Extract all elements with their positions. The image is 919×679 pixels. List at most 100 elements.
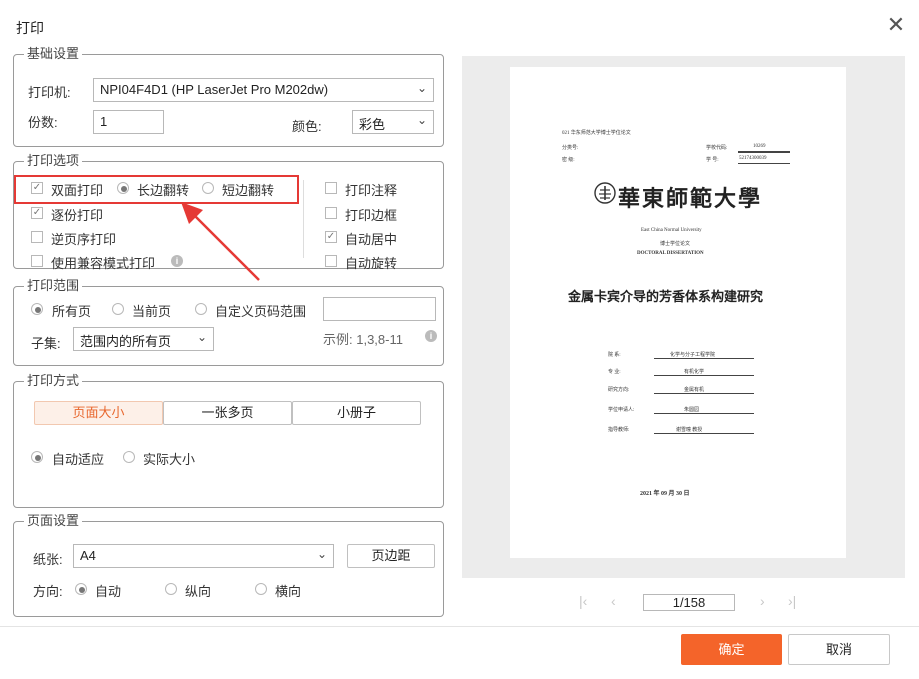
preview-thesis-title: 金属卡宾介导的芳香体系构建研究	[568, 289, 764, 304]
comments-checkbox[interactable]	[325, 182, 337, 194]
actual-size-label: 实际大小	[143, 452, 196, 467]
all-pages-label: 所有页	[52, 304, 92, 319]
fit-radio[interactable]	[31, 451, 43, 463]
custom-range-label: 自定义页码范围	[215, 304, 307, 319]
reverse-label: 逆页序打印	[51, 232, 117, 247]
orientation-auto-label: 自动	[95, 584, 122, 599]
next-page-icon[interactable]: ›	[760, 593, 765, 609]
dept-underline	[654, 358, 754, 359]
collate-checkbox[interactable]: ✓	[31, 207, 43, 219]
preview-major-label: 专 业:	[608, 370, 621, 375]
footer-divider	[0, 626, 919, 627]
center-label: 自动居中	[345, 232, 398, 247]
chevron-down-icon: ⌄	[316, 547, 327, 561]
paper-value: A4	[80, 548, 96, 563]
first-page-icon[interactable]: |‹	[579, 593, 587, 609]
preview-degree-en: DOCTORAL DISSERTATION	[637, 251, 704, 256]
preview-direction: 金属有机	[684, 388, 705, 393]
cancel-button[interactable]: 取消	[788, 634, 890, 665]
preview-university-name: 華東師範大學	[618, 186, 763, 211]
prev-page-icon[interactable]: ‹	[611, 593, 616, 609]
paper-select[interactable]: A4 ⌄	[73, 544, 334, 568]
orientation-landscape-label: 横向	[275, 584, 302, 599]
fit-label: 自动适应	[52, 452, 105, 467]
rotate-checkbox[interactable]	[325, 255, 337, 267]
chevron-down-icon: ⌄	[196, 330, 207, 344]
compat-label: 使用兼容模式打印	[51, 256, 156, 271]
print-mode-legend: 打印方式	[24, 373, 83, 389]
compat-checkbox[interactable]	[31, 255, 43, 267]
options-column-divider	[303, 180, 304, 258]
info-icon[interactable]: i	[425, 330, 437, 342]
center-checkbox[interactable]: ✓	[325, 231, 337, 243]
direction-underline	[654, 393, 754, 394]
current-page-radio[interactable]	[112, 303, 124, 315]
orientation-label: 方向:	[33, 584, 63, 599]
all-pages-radio[interactable]	[31, 303, 43, 315]
preview-page: 021 华东师范大学博士学位论文 分类号: 学校代码: 10269 密 级: 学…	[510, 67, 846, 558]
reverse-checkbox[interactable]	[31, 231, 43, 243]
ok-button[interactable]: 确定	[681, 634, 782, 665]
print-options-legend: 打印选项	[24, 153, 83, 169]
subset-select[interactable]: 范围内的所有页 ⌄	[73, 327, 214, 351]
last-page-icon[interactable]: ›|	[788, 593, 796, 609]
major-underline	[654, 375, 754, 376]
color-select[interactable]: 彩色 ⌄	[352, 110, 434, 134]
preview-advisor: 谢雪曈 教授	[676, 428, 703, 433]
preview-student-no: 52174300039	[739, 156, 767, 161]
border-checkbox[interactable]	[325, 207, 337, 219]
orientation-auto-radio[interactable]	[75, 583, 87, 595]
close-icon[interactable]: ✕	[884, 14, 908, 38]
orientation-landscape-radio[interactable]	[255, 583, 267, 595]
comments-label: 打印注释	[345, 183, 398, 198]
preview-class-label: 分类号:	[562, 146, 579, 151]
margins-button[interactable]: 页边距	[347, 544, 435, 568]
paper-label: 纸张:	[33, 552, 63, 567]
preview-applicant: 朱圆园	[684, 408, 700, 413]
dialog-title: 打印	[16, 20, 44, 36]
tab-multi-page[interactable]: 一张多页	[163, 401, 292, 425]
preview-direction-label: 研究方向:	[608, 388, 630, 393]
preview-date: 2021 年 09 月 30 日	[640, 491, 690, 497]
printer-label: 打印机:	[28, 85, 71, 100]
advisor-underline	[654, 433, 754, 434]
copies-input[interactable]: 1	[93, 110, 164, 134]
orientation-portrait-radio[interactable]	[165, 583, 177, 595]
subset-label: 子集:	[31, 336, 61, 351]
preview-dept: 化学与分子工程学院	[670, 353, 716, 358]
preview-university-en: East China Normal University	[641, 228, 702, 233]
subset-value: 范围内的所有页	[80, 334, 172, 349]
printer-value: NPI04F4D1 (HP LaserJet Pro M202dw)	[100, 82, 329, 97]
print-range-legend: 打印范围	[24, 278, 83, 294]
printer-select[interactable]: NPI04F4D1 (HP LaserJet Pro M202dw) ⌄	[93, 78, 434, 102]
tab-booklet[interactable]: 小册子	[292, 401, 421, 425]
custom-range-radio[interactable]	[195, 303, 207, 315]
chevron-down-icon: ⌄	[416, 81, 427, 95]
preview-school-code-label: 学校代码:	[706, 146, 728, 151]
color-label: 颜色:	[292, 119, 322, 134]
preview-student-label: 学 号:	[706, 158, 719, 163]
applicant-underline	[654, 413, 754, 414]
tab-page-size[interactable]: 页面大小	[34, 401, 163, 425]
preview-header: 021 华东师范大学博士学位论文	[562, 131, 631, 136]
preview-school-code: 10269	[753, 144, 766, 149]
preview-degree-cn: 博士学位论文	[660, 242, 691, 247]
preview-secret-label: 密 级:	[562, 158, 575, 163]
preview-major: 有机化学	[684, 370, 705, 375]
range-example: 示例: 1,3,8-11	[323, 332, 403, 347]
color-value: 彩色	[359, 117, 386, 132]
preview-applicant-label: 学位申请人:	[608, 408, 635, 413]
annotation-arrow	[181, 202, 260, 281]
university-emblem-icon	[594, 182, 616, 204]
student-no-underline	[738, 163, 790, 164]
collate-label: 逐份打印	[51, 208, 104, 223]
page-setup-legend: 页面设置	[24, 513, 83, 529]
custom-range-input[interactable]	[323, 297, 436, 321]
current-page-label: 当前页	[132, 304, 172, 319]
preview-dept-label: 院 系:	[608, 353, 621, 358]
school-code-underline	[738, 151, 790, 153]
page-setup-group: 页面设置	[13, 513, 444, 617]
page-indicator[interactable]: 1/158	[643, 594, 735, 611]
orientation-portrait-label: 纵向	[185, 584, 212, 599]
actual-size-radio[interactable]	[123, 451, 135, 463]
